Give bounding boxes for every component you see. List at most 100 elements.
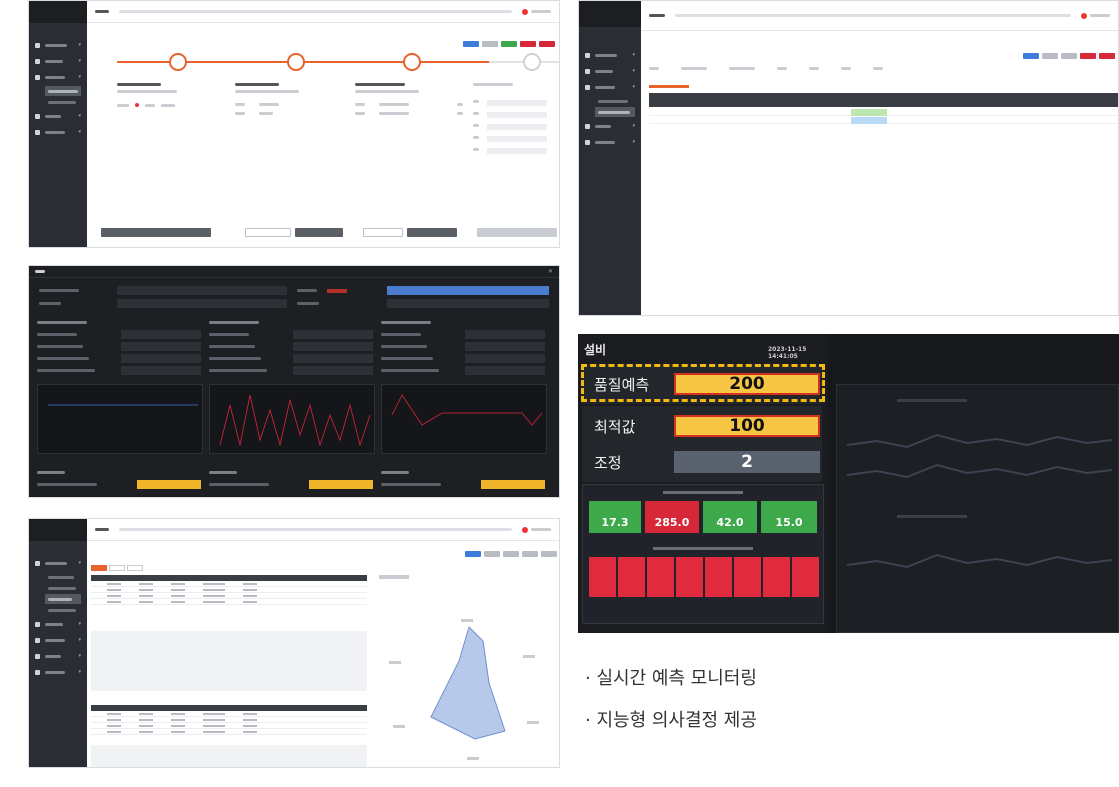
footer-metric-label [381,480,461,489]
chevron-down-icon: ▾ [78,653,81,659]
chevron-down-icon: ▾ [78,113,81,119]
metric-value [121,342,201,351]
action-button[interactable] [1023,53,1039,59]
chevron-down-icon: ▾ [78,560,81,566]
highlight-box [581,364,825,402]
sidebar-item[interactable]: ▾ [579,63,641,79]
action-button[interactable] [482,41,498,47]
action-button[interactable] [503,551,519,557]
monitor-timestamp: 2023-11-15 14:41:05 [768,346,807,360]
step-4[interactable] [523,53,541,71]
action-button[interactable] [1061,53,1077,59]
sensor-tile-alarm [589,557,616,597]
sidebar-item[interactable]: ▾ [29,664,87,680]
action-button[interactable] [522,551,538,557]
sidebar-item[interactable]: ▾ [29,53,87,69]
next-button[interactable] [407,228,457,237]
sidebar-item[interactable]: ▾ [579,47,641,63]
sidebar-item[interactable]: ▾ [29,108,87,124]
action-button[interactable] [1080,53,1096,59]
metric-value [121,330,201,339]
group-title [209,318,289,327]
sidebar-item[interactable]: ▾ [29,632,87,648]
radar-title [379,575,409,579]
trend-line [391,394,543,426]
close-icon[interactable]: ✕ [548,268,553,275]
action-button[interactable] [541,551,557,557]
next-button[interactable] [295,228,343,237]
chart-line [846,463,1113,479]
metric-value [293,330,373,339]
sidebar-item[interactable]: ▾ [29,555,87,571]
table-empty-area [91,631,367,691]
menu-icon [585,68,590,74]
action-button[interactable] [520,41,536,47]
action-buttons [465,551,557,557]
sidebar-item[interactable]: ▾ [579,134,641,150]
sidebar-subitem[interactable] [595,96,635,106]
sidebar-subitem[interactable] [45,583,81,593]
sidebar-item[interactable]: ▾ [29,124,87,140]
step-1[interactable] [169,53,187,71]
menu-icon [35,621,40,627]
sidebar-subitem[interactable] [45,572,81,582]
sidebar-item[interactable]: ▾ [29,37,87,53]
topbar [641,1,1118,31]
cancel-button[interactable] [363,228,403,237]
monitor-chart [846,399,1113,569]
sidebar-subitem[interactable] [45,605,81,615]
radar-chart [371,571,557,767]
action-button[interactable] [1042,53,1058,59]
user-menu[interactable] [522,526,551,533]
metric-value [293,342,373,351]
user-menu[interactable] [522,8,551,15]
step-3[interactable] [403,53,421,71]
form-column [473,83,559,154]
status-cell [851,109,887,116]
step-2[interactable] [287,53,305,71]
metric-value [117,299,287,308]
chart-line [846,553,1113,569]
finish-button[interactable] [477,228,557,237]
action-button[interactable] [465,551,481,557]
tile-area-subtitle [653,547,753,550]
tab[interactable] [91,565,107,571]
sidebar-subitem[interactable] [45,97,81,107]
sidebar-subitem-active[interactable] [45,86,81,96]
sidebar-subitem-active[interactable] [595,107,635,117]
radar-axis-label [527,721,539,724]
sidebar-item[interactable]: ▾ [579,79,641,95]
metric-value [293,366,373,375]
sidebar-subitem-active[interactable] [45,594,81,604]
sidebar-item[interactable]: ▾ [29,648,87,664]
action-button[interactable] [539,41,555,47]
action-button[interactable] [1099,53,1115,59]
monitor-title: 설비 [584,343,607,357]
trend-chart [37,384,203,454]
sensor-tile-alarm [618,557,645,597]
sidebar-item[interactable]: ▾ [29,616,87,632]
chevron-down-icon: ▾ [632,68,635,74]
chart-title [897,515,967,518]
footer-metric-label [209,480,289,489]
user-menu[interactable] [1081,12,1110,19]
radar-screenshot: ▾ ▾ ▾ ▾ ▾ [28,518,560,768]
row-value: 100 [674,415,820,437]
action-button[interactable] [463,41,479,47]
metric-value [121,366,201,375]
chevron-down-icon: ▾ [632,52,635,58]
monitor-left-panel: 설비 2023-11-15 14:41:05 품질예측 200 최적값 100 … [578,334,828,633]
action-button[interactable] [501,41,517,47]
sidebar-item[interactable]: ▾ [29,69,87,85]
prev-button[interactable] [101,228,211,237]
cancel-button[interactable] [245,228,291,237]
monitor-row-adjust: 조정 2 [582,442,822,482]
action-button[interactable] [484,551,500,557]
tab[interactable] [109,565,125,571]
metric-label [209,330,279,339]
chevron-down-icon: ▾ [78,129,81,135]
sidebar-item[interactable]: ▾ [579,118,641,134]
footer-label [381,468,461,477]
metric-label [37,354,107,363]
tab[interactable] [127,565,143,571]
